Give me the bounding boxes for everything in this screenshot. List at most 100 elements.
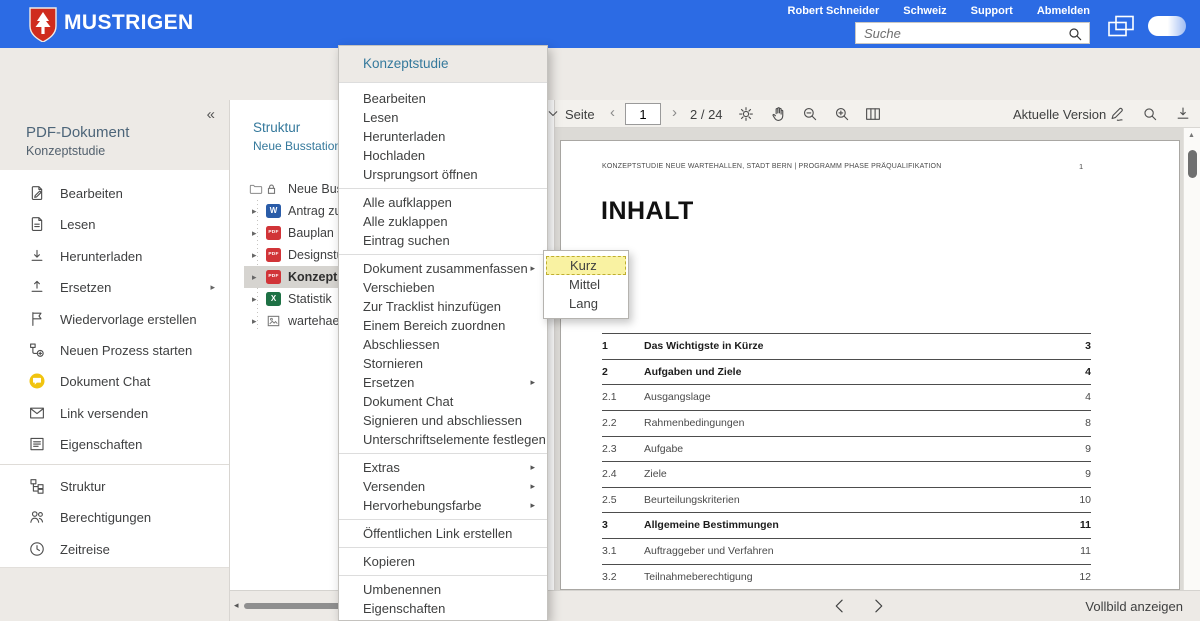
menu-item-lesen[interactable]: Lesen <box>339 108 547 127</box>
toc-row: 2.2Rahmenbedingungen8 <box>602 411 1091 437</box>
windows-icon[interactable] <box>1106 14 1136 38</box>
submenu-item-kurz[interactable]: Kurz <box>546 256 626 275</box>
user-menu-link[interactable]: Robert Schneider <box>788 5 880 17</box>
sidebar-item-wiedervorlage[interactable]: Wiedervorlage erstellen <box>0 304 229 335</box>
envelope-icon <box>28 404 46 422</box>
toc-row: 3.2Teilnahmeberechtigung12 <box>602 565 1091 590</box>
page-number: 1 <box>1079 162 1083 171</box>
menu-item-kopieren[interactable]: Kopieren <box>339 552 547 571</box>
settings-gear-icon[interactable] <box>737 105 755 123</box>
submenu-item-lang[interactable]: Lang <box>544 294 628 313</box>
menu-item-dokument-chat[interactable]: Dokument Chat <box>339 392 547 411</box>
scroll-left-arrow[interactable]: ◂ <box>234 600 239 611</box>
sidebar-divider <box>0 464 229 465</box>
logout-link[interactable]: Abmelden <box>1037 5 1090 17</box>
sidebar-item-herunterladen[interactable]: Herunterladen <box>0 241 229 272</box>
expander-icon[interactable]: ▸ <box>252 288 257 310</box>
context-menu: Konzeptstudie Bearbeiten Lesen Herunterl… <box>338 45 548 621</box>
menu-item-oeffentlichen-link[interactable]: Öffentlichen Link erstellen <box>339 524 547 543</box>
collapse-sidebar-icon[interactable]: « <box>207 106 215 123</box>
menu-item-eintrag-suchen[interactable]: Eintrag suchen <box>339 231 547 250</box>
viewer-footer: Vollbild anzeigen <box>555 590 1200 621</box>
sidebar-actions: Bearbeiten Lesen Herunterladen Ersetzen <box>0 178 229 461</box>
toc-row: 2.1Ausgangslage4 <box>602 385 1091 411</box>
sidebar-item-lesen[interactable]: Lesen <box>0 209 229 240</box>
expander-icon[interactable]: ▸ <box>252 222 257 244</box>
top-navigation-bar: MUSTRIGEN Robert Schneider Schweiz Suppo… <box>0 0 1200 48</box>
menu-item-umbenennen[interactable]: Umbenennen <box>339 580 547 599</box>
sidebar-item-struktur[interactable]: Struktur <box>0 471 229 502</box>
edit-document-icon <box>28 184 46 202</box>
sidebar-item-bearbeiten[interactable]: Bearbeiten <box>0 178 229 209</box>
page-number-input[interactable] <box>625 103 661 125</box>
menu-item-dokument-zusammenfassen[interactable]: Dokument zusammenfassen <box>339 259 547 278</box>
menu-item-ersetzen[interactable]: Ersetzen <box>339 373 547 392</box>
toc-row: 3Allgemeine Bestimmungen11 <box>602 513 1091 539</box>
menu-item-extras[interactable]: Extras <box>339 458 547 477</box>
toc-row: 2.5Beurteilungskriterien10 <box>602 488 1091 514</box>
hand-pan-icon[interactable] <box>770 105 788 123</box>
signature-pencil-icon[interactable] <box>1108 105 1126 123</box>
zoom-out-icon[interactable] <box>801 105 819 123</box>
tree-panel-title: Struktur <box>253 120 300 135</box>
menu-item-bearbeiten[interactable]: Bearbeiten <box>339 89 547 108</box>
sidebar-item-link-versenden[interactable]: Link versenden <box>0 398 229 429</box>
menu-item-stornieren[interactable]: Stornieren <box>339 354 547 373</box>
chevron-down-icon[interactable] <box>547 108 559 120</box>
menu-item-zur-tracklist[interactable]: Zur Tracklist hinzufügen <box>339 297 547 316</box>
menu-divider <box>339 519 547 520</box>
expander-icon[interactable]: ▸ <box>252 200 257 222</box>
document-canvas: KONZEPTSTUDIE NEUE WARTEHALLEN, STADT BE… <box>555 128 1200 590</box>
tree-panel-subtitle: Neue Busstation <box>253 139 341 153</box>
menu-item-abschliessen[interactable]: Abschliessen <box>339 335 547 354</box>
search-icon[interactable] <box>1067 26 1083 42</box>
next-page-button[interactable]: › <box>672 104 677 121</box>
menu-item-verschieben[interactable]: Verschieben <box>339 278 547 297</box>
expander-icon[interactable]: ▸ <box>252 310 257 332</box>
vertical-scrollbar[interactable]: ▲ <box>1183 128 1200 590</box>
sidebar-item-neuer-prozess[interactable]: Neuen Prozess starten <box>0 335 229 366</box>
page-layout-icon[interactable] <box>864 105 882 123</box>
scroll-up-arrow[interactable]: ▲ <box>1188 132 1195 139</box>
menu-item-ursprungsort[interactable]: Ursprungsort öffnen <box>339 165 547 184</box>
table-of-contents: 1Das Wichtigste in Kürze3 2Aufgaben und … <box>602 333 1091 590</box>
menu-item-versenden[interactable]: Versenden <box>339 477 547 496</box>
summarize-submenu: Kurz Mittel Lang <box>543 250 629 319</box>
scrollbar-thumb[interactable] <box>1188 150 1197 178</box>
menu-item-hervorhebungsfarbe[interactable]: Hervorhebungsfarbe <box>339 496 547 515</box>
search-document-icon[interactable] <box>1141 105 1159 123</box>
toc-row: 2Aufgaben und Ziele4 <box>602 360 1091 386</box>
menu-item-herunterladen[interactable]: Herunterladen <box>339 127 547 146</box>
search-input[interactable] <box>856 23 1089 43</box>
menu-item-alle-aufklappen[interactable]: Alle aufklappen <box>339 193 547 212</box>
sidebar-item-eigenschaften[interactable]: Eigenschaften <box>0 429 229 460</box>
menu-divider <box>339 254 547 255</box>
fullscreen-link[interactable]: Vollbild anzeigen <box>1085 599 1183 614</box>
expander-icon[interactable]: ▸ <box>252 244 257 266</box>
download-version-icon[interactable] <box>1174 105 1192 123</box>
previous-document-button[interactable] <box>830 596 850 616</box>
menu-item-einem-bereich[interactable]: Einem Bereich zuordnen <box>339 316 547 335</box>
menu-item-signieren[interactable]: Signieren und abschliessen <box>339 411 547 430</box>
chat-icon <box>28 372 46 390</box>
next-document-button[interactable] <box>868 596 888 616</box>
menu-item-eigenschaften[interactable]: Eigenschaften <box>339 599 547 618</box>
menu-item-hochladen[interactable]: Hochladen <box>339 146 547 165</box>
menu-item-unterschriftselemente[interactable]: Unterschriftselemente festlegen <box>339 430 547 449</box>
brand-name[interactable]: MUSTRIGEN <box>64 11 194 35</box>
structure-icon <box>28 477 46 495</box>
zoom-in-icon[interactable] <box>833 105 851 123</box>
toc-row: 1Das Wichtigste in Kürze3 <box>602 334 1091 360</box>
menu-item-alle-zuklappen[interactable]: Alle zuklappen <box>339 212 547 231</box>
submenu-item-mittel[interactable]: Mittel <box>544 275 628 294</box>
support-link[interactable]: Support <box>971 5 1013 17</box>
sidebar-item-ersetzen[interactable]: Ersetzen <box>0 272 229 303</box>
sidebar-item-berechtigungen[interactable]: Berechtigungen <box>0 502 229 533</box>
sidebar-item-zeitreise[interactable]: Zeitreise <box>0 534 229 565</box>
expander-icon[interactable]: ▸ <box>252 266 257 288</box>
toggle-switch[interactable] <box>1148 16 1186 36</box>
language-link[interactable]: Schweiz <box>903 5 946 17</box>
previous-page-button[interactable]: ‹ <box>610 104 615 121</box>
page-label: Seite <box>565 107 595 122</box>
sidebar-item-dokument-chat[interactable]: Dokument Chat <box>0 366 229 397</box>
